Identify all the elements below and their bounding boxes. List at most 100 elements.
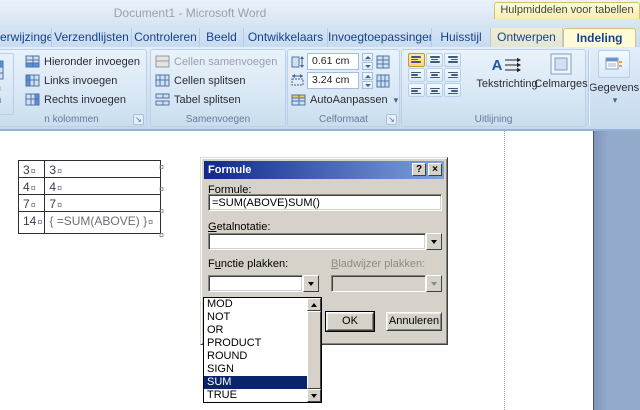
table-cell[interactable]: 14¤ [19,212,45,234]
document-area[interactable]: 3¤ 3¤ 4¤ 4¤ 7¤ 7¤ 14¤ { =SUM(ABOVE) }¤ ¤… [0,131,640,410]
contextual-tabs-zone: Ontwerpen Indeling [491,28,636,47]
scroll-down-icon[interactable] [307,389,321,402]
group-label-alignment: Uitlijning [402,114,585,125]
cell-margins-icon [549,52,573,78]
insert-left-button[interactable]: Links invoegen [25,74,117,88]
table-row: 14¤ { =SUM(ABOVE) }¤ [19,212,161,234]
chevron-down-icon[interactable] [303,275,319,292]
row-height-up-button[interactable] [362,53,373,61]
ribbon: ven gen Hieronder invoegen [0,47,640,131]
text-direction-button[interactable]: A Tekstrichting [476,52,538,90]
list-item[interactable]: MOD [204,298,307,311]
tab-ontwerpen[interactable]: Ontwerpen [491,28,563,47]
table-cell[interactable]: { =SUM(ABOVE) }¤ [45,212,161,234]
autofit-label: AutoAanpassen [310,94,388,106]
tab-huisstijl[interactable]: Huisstijl [432,28,491,47]
dialog-launcher-icon[interactable] [386,114,397,125]
split-table-icon [155,93,170,107]
align-top-left-button[interactable] [408,53,425,67]
insert-above-icon [0,58,5,82]
end-of-cell-marker: ¤ [31,166,36,176]
align-bottom-left-button[interactable] [408,83,425,97]
dialog-titlebar[interactable]: Formule [204,161,444,179]
scrollbar-thumb[interactable] [307,311,321,389]
split-table-button[interactable]: Tabel splitsen [155,93,241,107]
cell-margins-button[interactable]: Celmarges [536,52,586,90]
table-cell[interactable]: 4¤ [45,178,161,195]
table-cell[interactable]: 7¤ [45,195,161,212]
align-bottom-right-button[interactable] [444,83,461,97]
scroll-up-icon[interactable] [307,298,321,311]
align-center-left-button[interactable] [408,68,425,82]
list-item[interactable]: OR [204,324,307,337]
help-icon[interactable] [412,163,426,176]
align-top-center-button[interactable] [426,53,443,67]
tab-controleren[interactable]: Controleren [132,28,200,47]
insert-above-button-partial[interactable]: ven gen [0,53,14,115]
align-center-button[interactable] [426,68,443,82]
formula-input[interactable]: =SUM(ABOVE)SUM() [208,194,442,211]
end-of-row-marker: ¤ [159,230,164,240]
insert-below-icon [25,55,40,69]
column-width-input[interactable]: 3.24 cm [307,72,359,89]
data-group-button[interactable]: Gegevens [592,50,636,142]
list-item[interactable]: PRODUCT [204,337,307,350]
number-format-combobox[interactable] [208,233,442,250]
end-of-cell-marker: ¤ [148,217,153,227]
merge-cells-button[interactable]: Cellen samenvoegen [155,55,277,69]
end-of-row-marker: ¤ [159,184,164,194]
split-table-label: Tabel splitsen [174,94,241,106]
table-cell[interactable]: 3¤ [19,161,45,178]
align-bottom-center-button[interactable] [426,83,443,97]
data-icon [605,56,623,72]
group-merge: Cellen samenvoegen Cellen splitsen [150,49,286,127]
paste-function-label: Functie plakken: [208,258,288,270]
insert-right-button[interactable]: Rechts invoegen [25,93,126,107]
list-item[interactable]: ROUND [204,350,307,363]
group-rows-columns: ven gen Hieronder invoegen [0,49,147,127]
split-cells-button[interactable]: Cellen splitsen [155,74,246,88]
close-icon[interactable] [428,163,442,176]
table-cell[interactable]: 3¤ [45,161,161,178]
tab-beeld[interactable]: Beeld [200,28,244,47]
scrollbar[interactable] [307,298,321,402]
chevron-down-icon [611,94,618,106]
merge-cells-label: Cellen samenvoegen [174,56,277,68]
row-height-input[interactable]: 0.61 cm [307,53,359,70]
tab-invoegtoepassingen[interactable]: Invoegtoepassingen [328,28,432,47]
cancel-button[interactable]: Annuleren [386,312,442,331]
insert-below-button[interactable]: Hieronder invoegen [25,55,140,69]
autofit-button[interactable]: AutoAanpassen [291,93,398,107]
ok-button[interactable]: OK [326,312,374,331]
distribute-columns-icon[interactable] [376,74,390,88]
tab-verwijzingen-partial[interactable]: erwijzingen [0,28,52,47]
end-of-cell-marker: ¤ [57,200,62,210]
group-label-cell-size: Celformaat [288,114,399,125]
table-cell[interactable]: 7¤ [19,195,45,212]
tab-verzendlijsten[interactable]: Verzendlijsten [52,28,132,47]
align-top-right-button[interactable] [444,53,461,67]
row-height-down-button[interactable] [362,62,373,70]
text-direction-label: Tekstrichting [476,78,537,90]
column-width-down-button[interactable] [362,81,373,89]
split-cells-label: Cellen splitsen [174,75,246,87]
list-item[interactable]: NOT [204,311,307,324]
paste-function-combobox[interactable] [208,275,319,292]
list-item-selected[interactable]: SUM [204,376,307,389]
cut-label-line1: ven [0,82,1,94]
tab-indeling[interactable]: Indeling [563,28,636,47]
split-cells-icon [155,74,170,88]
column-width-up-button[interactable] [362,72,373,80]
window-title: Document1 - Microsoft Word [70,6,310,20]
tab-ontwikkelaars[interactable]: Ontwikkelaars [244,28,328,47]
distribute-rows-icon[interactable] [376,55,390,69]
align-center-right-button[interactable] [444,68,461,82]
dialog-launcher-icon[interactable] [133,114,144,125]
word-table: 3¤ 3¤ 4¤ 4¤ 7¤ 7¤ 14¤ { =SUM(ABOVE) }¤ [18,160,161,234]
chevron-down-icon[interactable] [426,233,442,250]
list-item[interactable]: TRUE [204,389,307,402]
list-item[interactable]: SIGN [204,363,307,376]
table-cell[interactable]: 4¤ [19,178,45,195]
row-height-icon [291,55,304,69]
alignment-grid [408,53,461,97]
